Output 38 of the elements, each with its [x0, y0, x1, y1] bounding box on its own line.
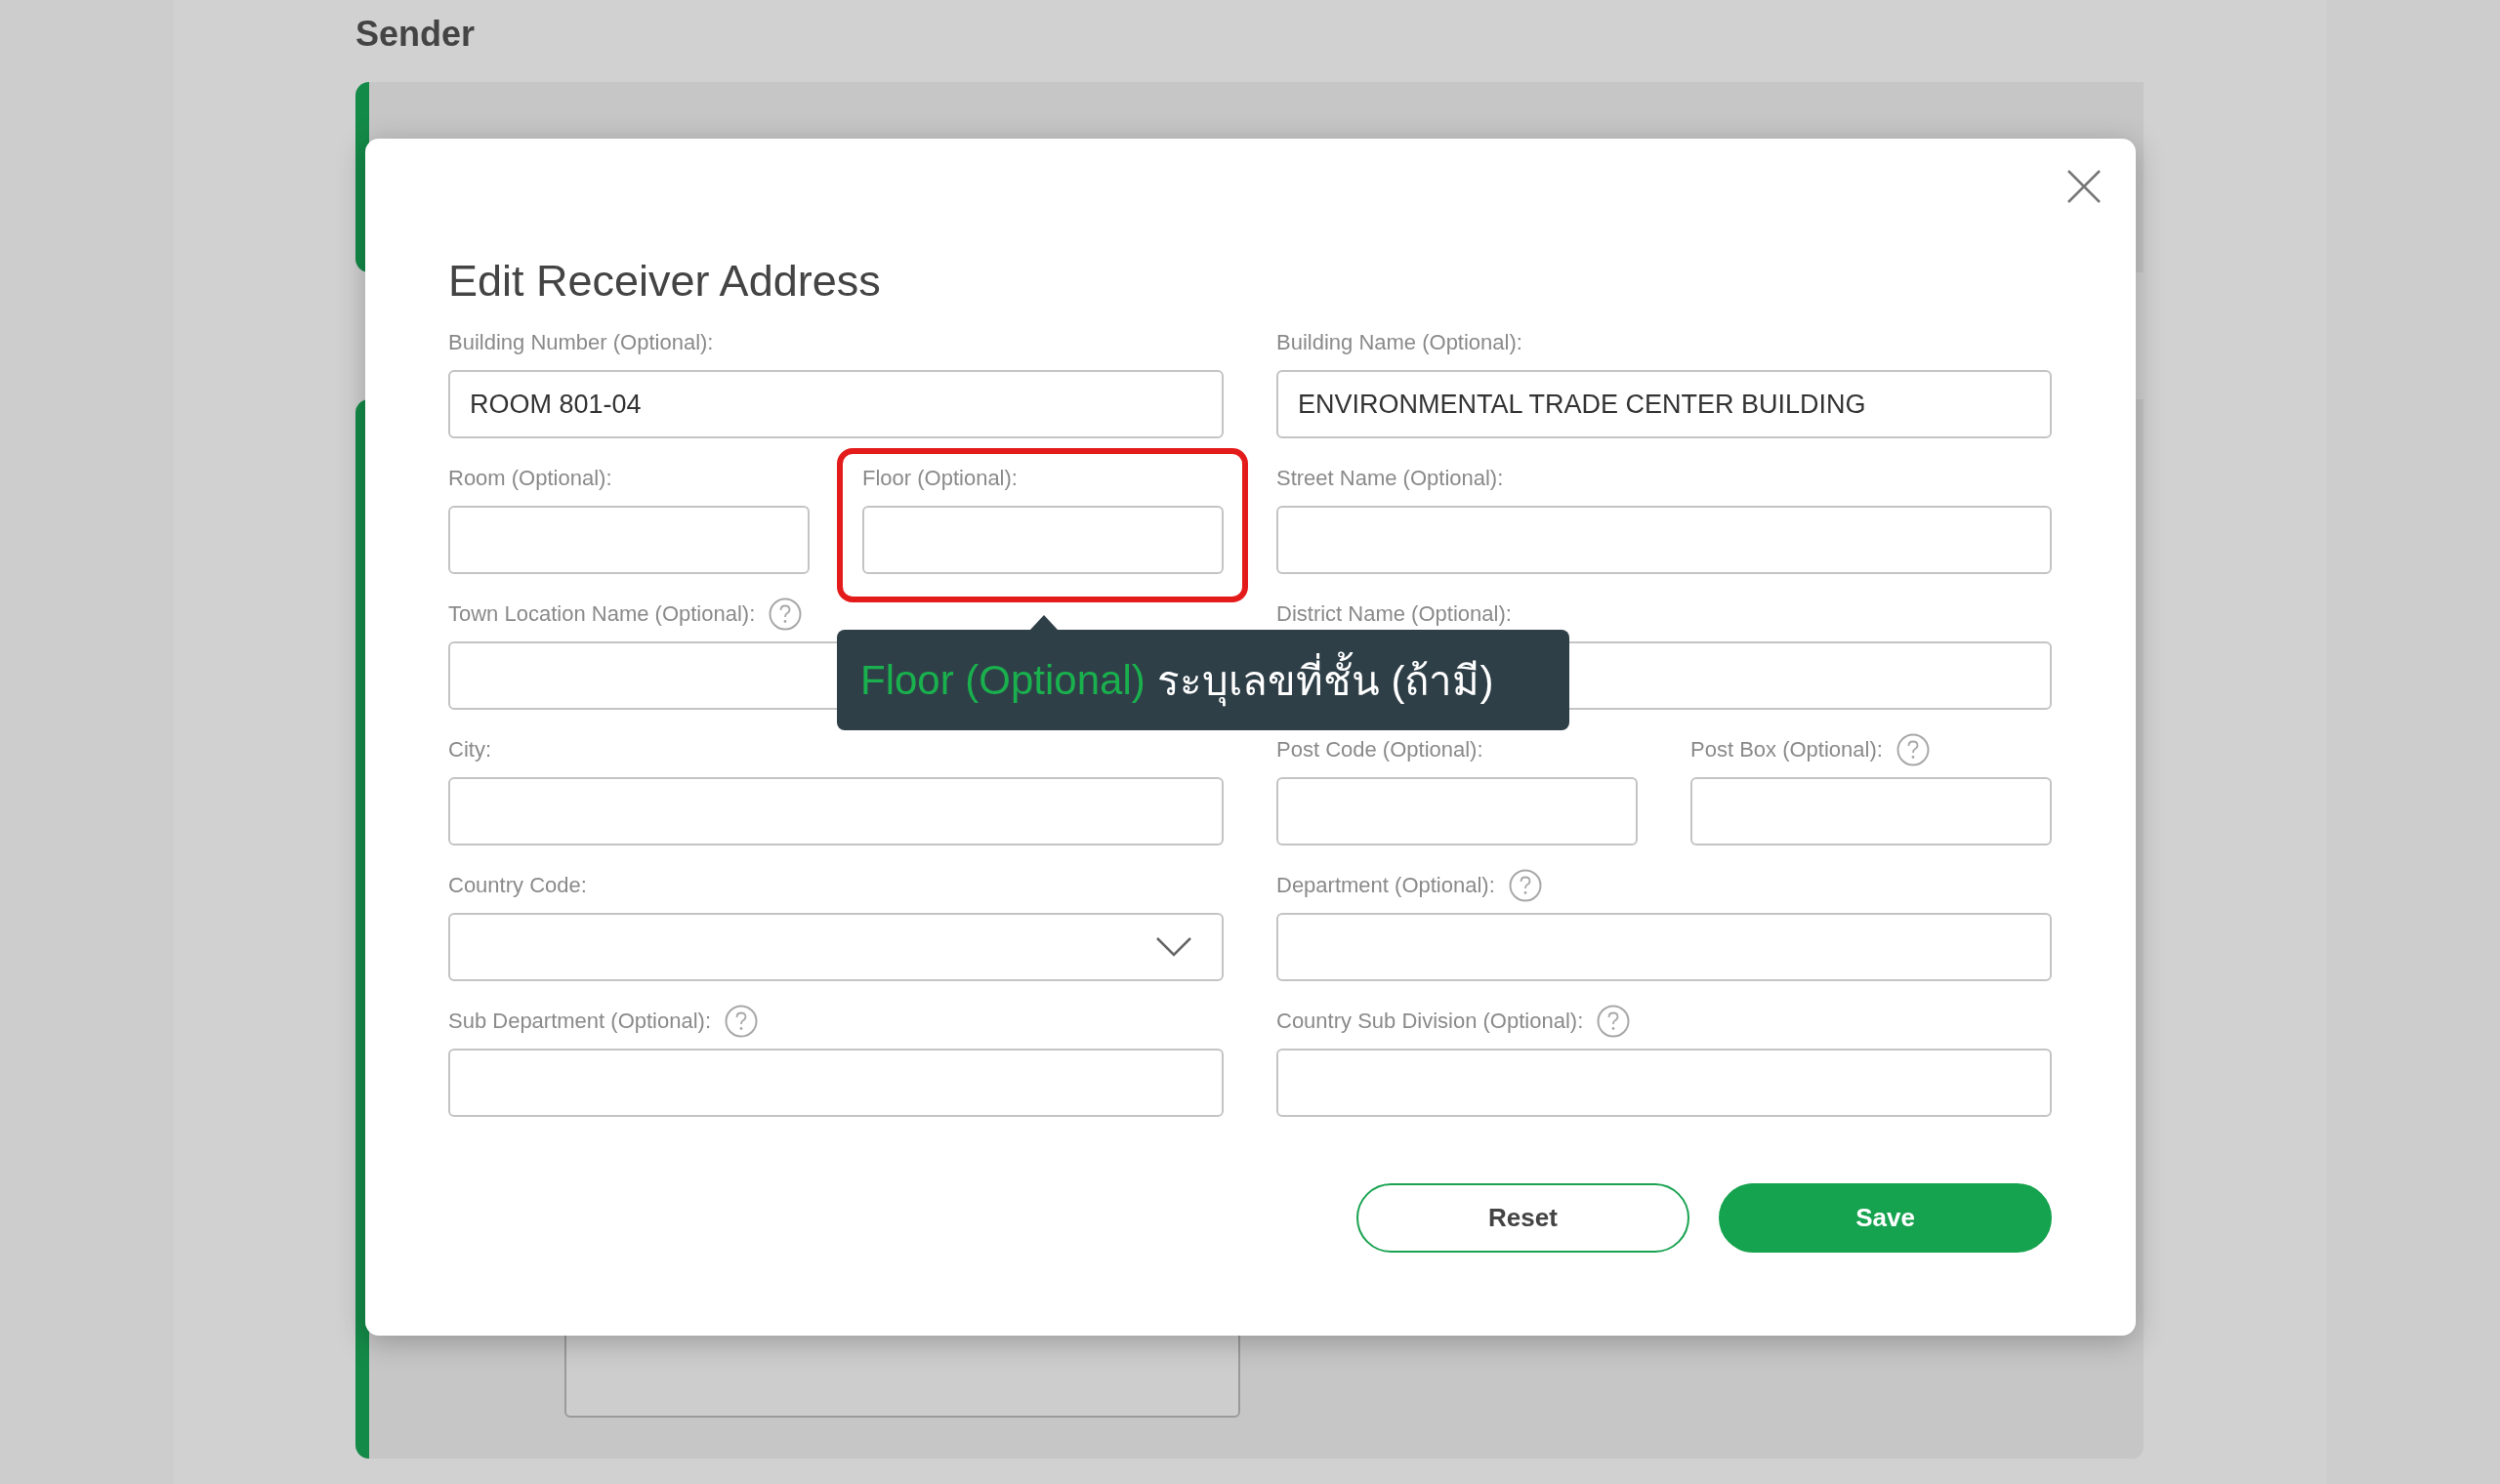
field-label: Post Code (Optional):: [1276, 737, 1483, 763]
close-icon[interactable]: [2065, 168, 2103, 205]
dialog-title: Edit Receiver Address: [448, 256, 882, 307]
field-label: Post Box (Optional):: [1690, 737, 1883, 763]
help-icon[interactable]: [725, 1005, 759, 1038]
field-label: City:: [448, 737, 491, 763]
field-label: Floor (Optional):: [862, 466, 1018, 491]
input-field[interactable]: [1690, 777, 2052, 845]
section-title: Sender: [355, 14, 477, 55]
field-label: Department (Optional):: [1276, 873, 1495, 898]
input-field[interactable]: [448, 1049, 1224, 1117]
tooltip-text: ระบุเลขที่ชั้น (ถ้ามี): [1156, 647, 1494, 713]
input-field[interactable]: [448, 777, 1224, 845]
help-icon[interactable]: [1896, 733, 1930, 766]
tooltip-title: Floor (Optional): [860, 656, 1146, 704]
field-label: District Name (Optional):: [1276, 601, 1512, 627]
input-field[interactable]: ROOM 801-04: [448, 370, 1224, 438]
reset-button[interactable]: Reset: [1356, 1183, 1689, 1253]
input-field[interactable]: [1276, 506, 2052, 574]
country-select[interactable]: [448, 913, 1224, 981]
field-label: Street Name (Optional):: [1276, 466, 1504, 491]
field-label: Building Number (Optional):: [448, 330, 714, 355]
help-icon[interactable]: [769, 598, 803, 631]
input-field[interactable]: [862, 506, 1224, 574]
field-label: Building Name (Optional):: [1276, 330, 1522, 355]
field-label: Sub Department (Optional):: [448, 1009, 712, 1034]
chevron-down-icon: [1155, 936, 1192, 958]
input-field[interactable]: [1276, 777, 1638, 845]
input-field[interactable]: [1276, 913, 2052, 981]
input-field[interactable]: [448, 506, 810, 574]
help-icon[interactable]: [1597, 1005, 1631, 1038]
field-label: Town Location Name (Optional):: [448, 601, 756, 627]
input-field[interactable]: [1276, 1049, 2052, 1117]
field-label: Room (Optional):: [448, 466, 612, 491]
field-label: Country Sub Division (Optional):: [1276, 1009, 1584, 1034]
field-label: Country Code:: [448, 873, 587, 898]
help-icon[interactable]: [1508, 869, 1542, 902]
input-field[interactable]: ENVIRONMENTAL TRADE CENTER BUILDING: [1276, 370, 2052, 438]
